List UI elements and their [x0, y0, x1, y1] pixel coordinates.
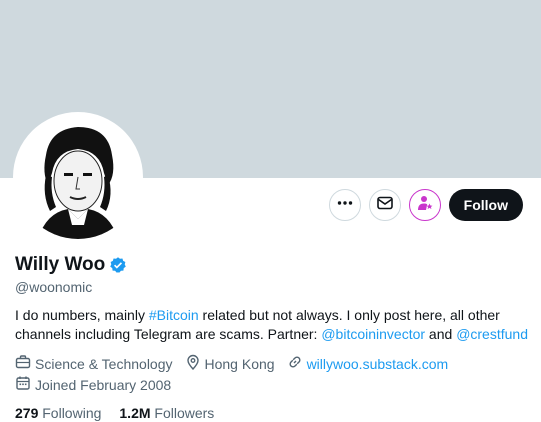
bio-text: and	[425, 326, 457, 342]
profile-bio: I do numbers, mainly #Bitcoin related bu…	[15, 306, 530, 344]
bio-mention-link[interactable]: @bitcoininvector	[321, 326, 425, 342]
location-label: Hong Kong	[204, 355, 275, 372]
bio-hashtag-link[interactable]: #Bitcoin	[149, 307, 199, 323]
verified-badge-icon[interactable]	[109, 256, 127, 274]
follow-button[interactable]: Follow	[448, 189, 523, 221]
following-link[interactable]: 279 Following	[15, 405, 101, 421]
website-item: willywoo.substack.com	[287, 354, 449, 373]
location-item: Hong Kong	[185, 354, 275, 373]
more-button[interactable]	[328, 189, 361, 221]
subscribe-button[interactable]	[408, 189, 441, 221]
subscribe-person-star-icon	[416, 194, 434, 217]
followers-count: 1.2M	[119, 405, 151, 421]
envelope-icon	[376, 194, 394, 217]
bio-mention-link[interactable]: @crestfund	[456, 326, 528, 342]
more-dots-icon	[336, 194, 354, 217]
joined-item: Joined February 2008	[15, 375, 171, 394]
calendar-icon	[15, 375, 35, 394]
profile-name-row: Willy Woo	[15, 254, 127, 276]
category-item: Science & Technology	[15, 354, 173, 373]
bio-text: I do numbers, mainly	[15, 307, 149, 323]
profile-actions: Follow	[328, 189, 523, 221]
avatar[interactable]	[13, 112, 143, 242]
following-count: 279	[15, 405, 39, 421]
joined-label: Joined February 2008	[35, 376, 172, 393]
category-label: Science & Technology	[35, 355, 173, 372]
followers-label: Followers	[154, 405, 215, 421]
message-button[interactable]	[368, 189, 401, 221]
followers-link[interactable]: 1.2M Followers	[119, 405, 214, 421]
website-link[interactable]: willywoo.substack.com	[307, 356, 449, 372]
profile-name: Willy Woo	[15, 254, 106, 275]
link-icon	[287, 354, 307, 373]
profile-handle: @woonomic	[15, 279, 93, 295]
profile-meta-joined: Joined February 2008	[15, 375, 183, 394]
profile-meta: Science & Technology Hong Kong willywoo.…	[15, 354, 460, 373]
following-label: Following	[42, 405, 102, 421]
avatar-image	[16, 115, 140, 239]
briefcase-icon	[15, 354, 35, 373]
location-pin-icon	[185, 354, 205, 373]
follow-stats: 279 Following 1.2M Followers	[15, 405, 232, 421]
